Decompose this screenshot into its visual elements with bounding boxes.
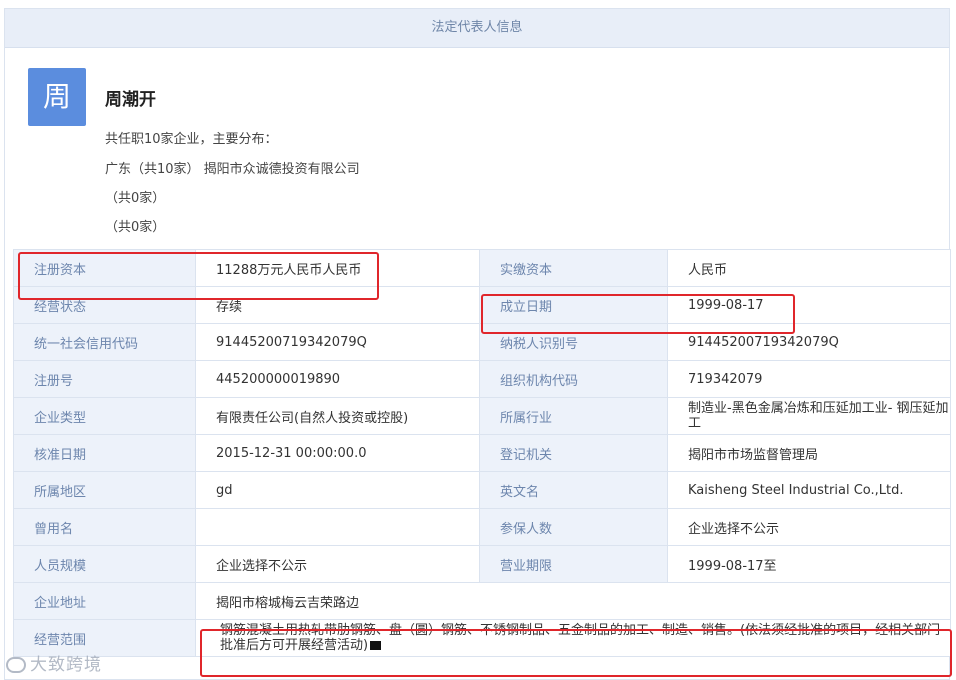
table-row: 经营范围 钢筋混凝土用热轧带肋钢筋、盘（圆）钢筋、不锈钢制品、五金制品的加工、制造… [13, 619, 951, 657]
table-row: 经营状态 存续 成立日期 1999-08-17 [13, 286, 951, 324]
region-item-1[interactable]: 广东（共10家） 揭阳市众诚德投资有限公司 [105, 158, 360, 177]
business-scope-text: 钢筋混凝土用热轧带肋钢筋、盘（圆）钢筋、不锈钢制品、五金制品的加工、制造、销售。… [220, 623, 941, 653]
table-row: 企业地址 揭阳市榕城梅云吉荣路边 [13, 582, 951, 620]
field-label: 所属行业 [479, 397, 668, 435]
field-label: 纳税人识别号 [479, 323, 668, 361]
company-info-table: 注册资本 11288万元人民币人民币 实缴资本 人民币 经营状态 存续 成立日期 1999-0… [13, 249, 951, 657]
end-mark-icon [370, 641, 382, 650]
watermark-text: 大致跨境 [30, 655, 102, 675]
field-value: 2015-12-31 00:00:00.0 [195, 434, 480, 472]
field-value: 445200000019890 [195, 360, 480, 398]
field-label: 统一社会信用代码 [13, 323, 196, 361]
field-label: 注册号 [13, 360, 196, 398]
field-value: 制造业-黑色金属冶炼和压延加工业- 钢压延加工 [667, 397, 951, 435]
table-row: 核准日期 2015-12-31 00:00:00.0 登记机关 揭阳市市场监督管理局 [13, 434, 951, 472]
field-value: 91445200719342079Q [667, 323, 951, 361]
field-value: 719342079 [667, 360, 951, 398]
field-label: 组织机构代码 [479, 360, 668, 398]
field-label: 实缴资本 [479, 249, 668, 287]
person-name[interactable]: 周潮开 [105, 85, 156, 110]
panel-title: 法定代表人信息 [5, 9, 949, 48]
region-item-2: （共0家） [105, 191, 166, 206]
region-item-3: （共0家） [105, 220, 166, 235]
field-value: 存续 [195, 286, 480, 324]
field-value [195, 508, 480, 546]
watermark: 大致跨境 [6, 650, 102, 675]
field-label: 参保人数 [479, 508, 668, 546]
person-summary: 共任职10家企业，主要分布： [105, 132, 278, 147]
field-label: 营业期限 [479, 545, 668, 583]
table-row: 注册资本 11288万元人民币人民币 实缴资本 人民币 [13, 249, 951, 287]
company-address: 揭阳市榕城梅云吉荣路边 [195, 582, 951, 620]
field-label: 所属地区 [13, 471, 196, 509]
field-value: gd [195, 471, 480, 509]
table-row: 曾用名 参保人数 企业选择不公示 [13, 508, 951, 546]
field-label: 人员规模 [13, 545, 196, 583]
field-value: 揭阳市市场监督管理局 [667, 434, 951, 472]
business-scope: 钢筋混凝土用热轧带肋钢筋、盘（圆）钢筋、不锈钢制品、五金制品的加工、制造、销售。… [195, 619, 951, 657]
table-row: 注册号 445200000019890 组织机构代码 719342079 [13, 360, 951, 398]
field-value: 有限责任公司(自然人投资或控股) [195, 397, 480, 435]
table-row: 统一社会信用代码 91445200719342079Q 纳税人识别号 91445200… [13, 323, 951, 361]
field-label: 经营状态 [13, 286, 196, 324]
table-row: 人员规模 企业选择不公示 营业期限 1999-08-17至 [13, 545, 951, 583]
table-row: 所属地区 gd 英文名 Kaisheng Steel Industrial Co.,L… [13, 471, 951, 509]
avatar: 周 [28, 68, 86, 126]
field-label: 核准日期 [13, 434, 196, 472]
field-value: 人民币 [667, 249, 951, 287]
field-value: 1999-08-17 [667, 286, 951, 324]
field-value: 1999-08-17至 [667, 545, 951, 583]
field-label: 成立日期 [479, 286, 668, 324]
person-card: 周 周潮开 共任职10家企业，主要分布： 广东（共10家） 揭阳市众诚德投资有限… [5, 48, 949, 259]
watermark-logo-icon [6, 657, 26, 673]
field-label: 英文名 [479, 471, 668, 509]
table-row: 企业类型 有限责任公司(自然人投资或控股) 所属行业 制造业-黑色金属冶炼和压延加工业… [13, 397, 951, 435]
field-value: Kaisheng Steel Industrial Co.,Ltd. [667, 471, 951, 509]
field-value: 企业选择不公示 [195, 545, 480, 583]
field-label: 曾用名 [13, 508, 196, 546]
field-value: 11288万元人民币人民币 [195, 249, 480, 287]
field-label: 登记机关 [479, 434, 668, 472]
field-value: 91445200719342079Q [195, 323, 480, 361]
field-value: 企业选择不公示 [667, 508, 951, 546]
field-label: 注册资本 [13, 249, 196, 287]
field-label: 企业类型 [13, 397, 196, 435]
field-label: 企业地址 [13, 582, 196, 620]
